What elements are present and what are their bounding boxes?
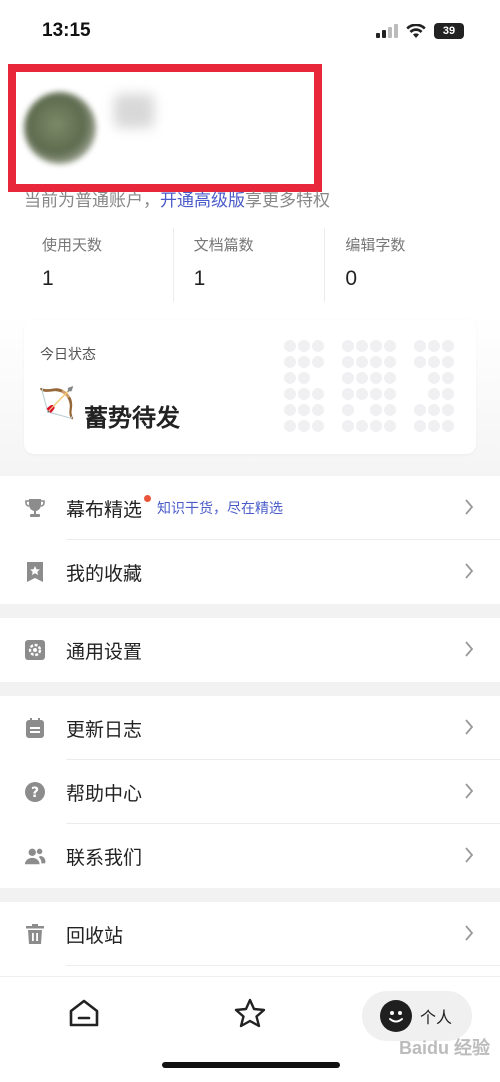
star-icon — [234, 998, 266, 1028]
bookmark-star-icon — [24, 561, 46, 583]
trophy-icon — [24, 497, 46, 519]
today-status-label: 今日状态 — [40, 346, 96, 362]
status-bar: 13:15 39 — [0, 0, 500, 62]
home-indicator[interactable] — [162, 1062, 340, 1068]
calendar-icon — [24, 717, 46, 739]
menu-item-changelog[interactable]: 更新日志 — [0, 696, 500, 760]
upgrade-link[interactable]: 开通高级版 — [160, 191, 245, 210]
menu-label: 幕布精选 — [66, 499, 143, 521]
tab-favorites[interactable] — [230, 991, 270, 1035]
wifi-icon — [406, 23, 426, 38]
chevron-right-icon — [465, 563, 474, 579]
notification-dot — [144, 495, 152, 502]
account-suffix-text: 享更多特权 — [245, 191, 330, 210]
menu-label: 通用设置 — [66, 641, 143, 663]
settings-menu: 幕布精选 知识干货，尽在精选 我的收藏 通用设置 更新日志 ? 帮助中心 联系我… — [0, 476, 500, 966]
stat-docs: 文档篇数 1 — [174, 228, 326, 302]
menu-item-favorites[interactable]: 我的收藏 — [0, 540, 500, 604]
divider — [66, 965, 500, 966]
section-separator — [0, 682, 500, 696]
annotation-highlight-box — [8, 64, 322, 192]
menu-label: 回收站 — [66, 925, 124, 947]
stat-days: 使用天数 1 — [24, 228, 174, 302]
usage-stats: 使用天数 1 文档篇数 1 编辑字数 0 — [24, 228, 476, 302]
chevron-right-icon — [465, 783, 474, 799]
home-icon — [69, 999, 99, 1027]
section-separator — [0, 604, 500, 618]
tab-home[interactable] — [64, 991, 104, 1035]
stat-value: 1 — [42, 267, 54, 290]
stat-value: 1 — [193, 267, 206, 290]
tab-me-label: 个人 — [420, 1010, 453, 1027]
account-type-text: 当前为普通账户， — [24, 191, 160, 210]
chevron-right-icon — [465, 847, 474, 863]
today-status-card[interactable]: 今日状态 🏹 蓄势待发 — [24, 320, 476, 454]
smile-icon — [380, 1000, 412, 1032]
chevron-right-icon — [465, 719, 474, 735]
featured-tagline: 知识干货，尽在精选 — [157, 500, 284, 516]
account-status-line: 当前为普通账户，开通高级版享更多特权 — [24, 186, 330, 211]
gear-icon — [24, 639, 46, 661]
stat-value: 0 — [345, 267, 358, 290]
users-icon — [24, 845, 46, 867]
trash-icon — [24, 923, 46, 945]
stat-label: 文档篇数 — [193, 237, 254, 254]
stat-label: 编辑字数 — [345, 237, 406, 254]
stat-words: 编辑字数 0 — [325, 228, 476, 302]
svg-text:?: ? — [31, 785, 39, 801]
chevron-right-icon — [465, 499, 474, 515]
menu-label: 帮助中心 — [66, 783, 143, 805]
dot-matrix-decoration — [284, 340, 454, 432]
status-time: 13:15 — [42, 20, 91, 41]
chevron-right-icon — [465, 641, 474, 657]
menu-item-trash[interactable]: 回收站 — [0, 902, 500, 966]
menu-label: 联系我们 — [66, 847, 143, 869]
question-icon: ? — [24, 781, 46, 803]
battery-indicator: 39 — [434, 23, 464, 39]
signal-icon — [376, 24, 398, 38]
menu-item-featured[interactable]: 幕布精选 知识干货，尽在精选 — [0, 476, 500, 540]
today-status-value: 蓄势待发 — [84, 405, 180, 432]
baidu-watermark: Baidu 经验 — [398, 1038, 490, 1058]
section-separator — [0, 888, 500, 902]
menu-label: 我的收藏 — [66, 563, 143, 585]
menu-item-settings[interactable]: 通用设置 — [0, 618, 500, 682]
menu-label: 更新日志 — [66, 719, 143, 741]
status-icons: 39 — [376, 23, 464, 39]
stat-label: 使用天数 — [42, 237, 103, 254]
menu-item-help[interactable]: ? 帮助中心 — [0, 760, 500, 824]
menu-item-contact[interactable]: 联系我们 — [0, 824, 500, 888]
chevron-right-icon — [465, 925, 474, 941]
bow-arrow-icon: 🏹 — [38, 387, 76, 420]
